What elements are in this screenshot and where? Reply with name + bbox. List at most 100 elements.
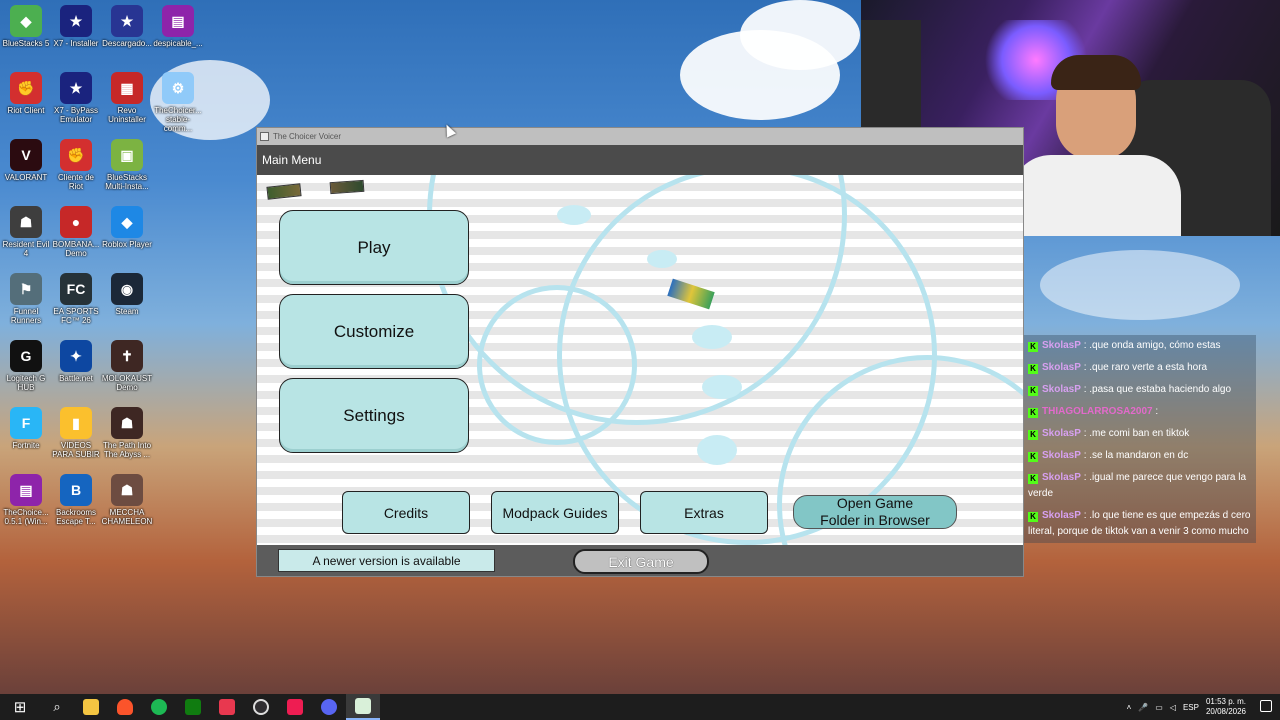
modpack-guides-button[interactable]: Modpack Guides [491,491,619,534]
chat-message: K SkolasP : .lo que tiene es que empezás … [1024,505,1256,543]
app-icon: ▮ [60,407,92,439]
desktop-icon[interactable]: ☗ Resident Evil 4 [0,206,52,258]
desktop-icon-label: Battle.net [59,374,93,383]
desktop-icon[interactable]: ▤ TheChoice... 0.5.1 (Win... [0,474,52,526]
chat-text: : .me comi ban en tiktok [1083,428,1190,439]
desktop-icon-label: Logitech G HUB [6,374,46,392]
volume-icon[interactable]: ◁ [1170,703,1176,712]
open-game-folder-button[interactable]: Open Game Folder in Browser [793,495,957,529]
chat-message: K SkolasP : .que onda amigo, cómo estas [1024,335,1256,357]
app-icon [260,132,269,141]
desktop-icon-label: X7 - ByPass Emulator [53,106,98,124]
desktop-icon[interactable]: ★ X7 - ByPass Emulator [50,72,102,124]
extras-button[interactable]: Extras [640,491,768,534]
network-icon[interactable]: ▭ [1155,703,1163,712]
window-titlebar[interactable]: The Choicer Voicer [257,128,1023,145]
decor-ring [477,285,637,445]
spotify-icon[interactable] [142,694,176,720]
desktop-icon[interactable]: ✝ MOLOKAUST Demo [101,340,153,392]
desktop-icon[interactable]: ✊ Cliente de Riot [50,139,102,191]
desktop-icon[interactable]: ☗ MECCHA CHAMELEON [101,474,153,526]
kick-badge-icon: K [1028,408,1038,418]
chat-username: SkolasP [1042,428,1081,439]
menu-header: Main Menu [257,145,1023,175]
app-icon: ✊ [60,139,92,171]
desktop-icon[interactable]: ★ Descargado... [101,5,153,48]
windows-start-icon[interactable]: ⊞ [0,694,40,720]
file-explorer-icon[interactable] [74,694,108,720]
clock-date: 20/08/2026 [1205,707,1246,716]
desktop-icon[interactable]: ● BOMBANA... Demo [50,206,102,258]
customize-button[interactable]: Customize [279,294,469,369]
app-icon: ☗ [111,474,143,506]
chat-text: : [1155,406,1159,417]
status-bar: A newer version is available Exit Game [257,545,1023,576]
app-icon: ● [60,206,92,238]
desktop-icon[interactable]: ◆ Roblox Player [101,206,153,249]
desktop-icon-label: X7 - Installer [53,39,99,48]
language-indicator[interactable]: ESP [1183,703,1199,712]
streamer [1011,55,1181,236]
desktop-icon[interactable]: ⚙ TheChoicer... stable-comm... [152,72,204,133]
app-icon: ✊ [10,72,42,104]
desktop-icon[interactable]: ◆ BlueStacks 5 [0,5,52,48]
notifications-icon[interactable] [1260,700,1272,712]
app-icon: ◆ [111,206,143,238]
app-window: The Choicer Voicer Main Menu Play Custom… [256,127,1024,577]
app-icon: ◉ [111,273,143,305]
app-icon: ▦ [111,72,143,104]
app-icon: ☗ [111,407,143,439]
desktop-icon[interactable]: ☗ The Path Into The Abyss ... [101,407,153,459]
desktop-icon[interactable]: ▤ despicable_... [152,5,204,48]
desktop-icon[interactable]: B Backrooms Escape T... [50,474,102,526]
chevron-up-icon[interactable]: ˄ [1127,703,1132,712]
desktop-icon-label: despicable_... [153,39,203,48]
window-title: The Choicer Voicer [273,132,342,141]
app-icon: ★ [111,5,143,37]
play-button[interactable]: Play [279,210,469,285]
obs-icon[interactable] [244,694,278,720]
cloud [740,0,860,70]
desktop-icon-label: MOLOKAUST Demo [101,374,153,392]
chat-text: : .pasa que estaba haciendo algo [1083,384,1232,395]
credits-button[interactable]: Credits [342,491,470,534]
desktop-icon[interactable]: ▮ VIDEOS PARA SUBIR [50,407,102,459]
xbox-icon[interactable] [176,694,210,720]
desktop-icon[interactable]: ⚑ Funnel Runners [0,273,52,325]
clock-time: 01:53 p. m. [1205,697,1246,706]
app-icon: ⚑ [10,273,42,305]
choicer-voicer-taskbar-icon[interactable] [346,694,380,720]
kick-badge-icon: K [1028,386,1038,396]
desktop-icon[interactable]: ▦ Revo Uninstaller [101,72,153,124]
streamlabs-icon[interactable] [210,694,244,720]
clock[interactable]: 01:53 p. m. 20/08/2026 [1206,697,1246,717]
desktop-icon[interactable]: ◉ Steam [101,273,153,316]
exit-game-button[interactable]: Exit Game [573,549,709,574]
chat-username: SkolasP [1042,340,1081,351]
brave-browser-icon[interactable] [108,694,142,720]
new-version-notice[interactable]: A newer version is available [278,549,495,572]
chat-username: THIAGOLARROSA2007 [1042,406,1153,417]
desktop-icon[interactable]: G Logitech G HUB [0,340,52,392]
desktop-icon[interactable]: ★ X7 - Installer [50,5,102,48]
desktop-icon[interactable]: ✦ Battle.net [50,340,102,383]
desktop-icon[interactable]: ✊ Riot Client [0,72,52,115]
desktop-icon-label: TheChoice... 0.5.1 (Win... [3,508,49,526]
desktop-icon-label: The Path Into The Abyss ... [102,441,152,459]
discord-icon[interactable] [312,694,346,720]
desktop-icon[interactable]: FC EA SPORTS FC™ 26 [50,273,102,325]
desktop-icon[interactable]: V VALORANT [0,139,52,182]
desktop-icon-label: TheChoicer... stable-comm... [154,106,202,133]
app-icon: ★ [60,5,92,37]
microphone-icon[interactable]: 🎤 [1138,703,1148,712]
floating-card [266,183,302,200]
desktop-icon[interactable]: F Fortnite [0,407,52,450]
desktop-icon[interactable]: ▣ BlueStacks Multi-Insta... [101,139,153,191]
decor-dot [702,375,742,399]
app-icon: F [10,407,42,439]
chat-text: : .que onda amigo, cómo estas [1083,340,1221,351]
settings-button[interactable]: Settings [279,378,469,453]
desktop-icon-label: Descargado... [102,39,152,48]
tiktok-icon[interactable] [278,694,312,720]
search-icon[interactable]: ⌕ [40,694,74,720]
